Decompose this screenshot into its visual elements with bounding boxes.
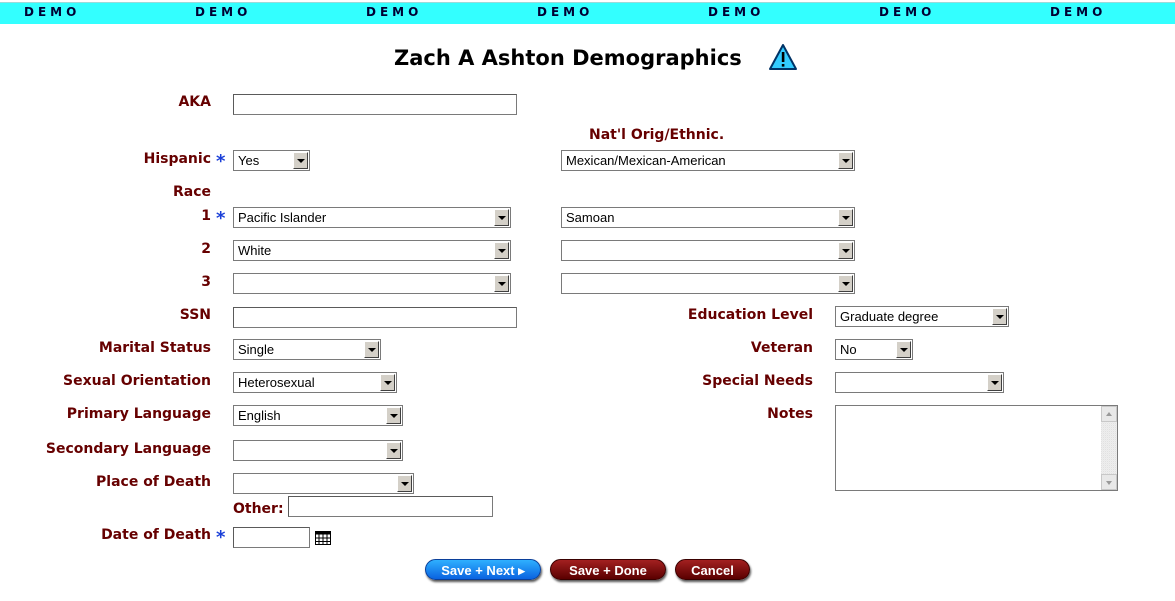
- hispanic-label: Hispanic: [143, 151, 211, 167]
- chevron-down-icon: [364, 341, 379, 358]
- save-done-button[interactable]: Save + Done: [550, 559, 666, 580]
- race1-detail-select[interactable]: Samoan: [561, 207, 855, 228]
- calendar-icon[interactable]: [315, 531, 331, 545]
- primary-language-select[interactable]: English: [233, 405, 403, 426]
- secondary-language-label: Secondary Language: [45, 441, 211, 457]
- chevron-down-icon: [386, 407, 401, 424]
- veteran-select[interactable]: No: [835, 339, 913, 360]
- chevron-down-icon: [397, 475, 412, 492]
- sexual-orientation-select[interactable]: Heterosexual: [233, 372, 397, 393]
- chevron-down-icon: [293, 152, 308, 169]
- chevron-down-icon: [494, 209, 509, 226]
- race3-label: 3: [201, 274, 211, 290]
- chevron-down-icon: [987, 374, 1002, 391]
- cancel-button[interactable]: Cancel: [675, 559, 750, 580]
- ssn-input[interactable]: [233, 307, 517, 328]
- demo-label: DEMO: [195, 5, 252, 19]
- race-label: Race: [172, 184, 211, 200]
- notes-textarea[interactable]: [835, 405, 1118, 491]
- primary-language-label: Primary Language: [66, 406, 211, 422]
- demo-label: DEMO: [1050, 5, 1107, 19]
- save-next-button[interactable]: Save + Next ▸: [425, 559, 541, 580]
- natl-orig-label: Nat'l Orig/Ethnic.: [589, 127, 725, 143]
- aka-input[interactable]: [233, 94, 517, 115]
- other-label: Other:: [233, 501, 284, 517]
- veteran-label: Veteran: [750, 340, 813, 356]
- special-needs-label: Special Needs: [702, 373, 813, 389]
- demo-label: DEMO: [708, 5, 765, 19]
- race1-select[interactable]: Pacific Islander: [233, 207, 511, 228]
- education-label: Education Level: [687, 307, 813, 323]
- demo-label: DEMO: [24, 5, 81, 19]
- chevron-down-icon: [838, 152, 853, 169]
- marital-label: Marital Status: [98, 340, 211, 356]
- chevron-down-icon: [494, 242, 509, 259]
- scroll-up-icon[interactable]: [1101, 406, 1117, 422]
- date-of-death-input[interactable]: [233, 527, 310, 548]
- demo-banner: DEMO DEMO DEMO DEMO DEMO DEMO DEMO: [0, 2, 1175, 24]
- race2-detail-select[interactable]: [561, 240, 855, 261]
- race3-detail-select[interactable]: [561, 273, 855, 294]
- sexual-orientation-label: Sexual Orientation: [63, 373, 211, 389]
- chevron-down-icon: [380, 374, 395, 391]
- chevron-down-icon: [386, 442, 401, 459]
- demo-label: DEMO: [366, 5, 423, 19]
- scroll-down-icon[interactable]: [1101, 474, 1117, 490]
- date-of-death-label: Date of Death: [101, 527, 211, 543]
- secondary-language-select[interactable]: [233, 440, 403, 461]
- notes-scrollbar[interactable]: [1101, 406, 1117, 490]
- place-of-death-select[interactable]: [233, 473, 414, 494]
- ssn-label: SSN: [179, 307, 211, 323]
- education-select[interactable]: Graduate degree: [835, 306, 1009, 327]
- chevron-down-icon: [838, 209, 853, 226]
- demo-label: DEMO: [537, 5, 594, 19]
- race2-select[interactable]: White: [233, 240, 511, 261]
- race1-label: 1: [201, 208, 211, 224]
- chevron-down-icon: [896, 341, 911, 358]
- race3-select[interactable]: [233, 273, 511, 294]
- place-of-death-label: Place of Death: [96, 474, 211, 490]
- required-icon: *: [216, 151, 226, 172]
- natl-orig-select[interactable]: Mexican/Mexican-American: [561, 150, 855, 171]
- chevron-down-icon: [992, 308, 1007, 325]
- required-icon: *: [216, 527, 226, 548]
- notes-label: Notes: [767, 406, 813, 422]
- page-title: Zach A Ashton Demographics: [394, 46, 742, 70]
- race2-label: 2: [201, 241, 211, 257]
- chevron-down-icon: [838, 242, 853, 259]
- aka-label: AKA: [178, 94, 211, 110]
- special-needs-select[interactable]: [835, 372, 1004, 393]
- demo-label: DEMO: [879, 5, 936, 19]
- marital-select[interactable]: Single: [233, 339, 381, 360]
- hispanic-select[interactable]: Yes: [233, 150, 310, 171]
- chevron-down-icon: [838, 275, 853, 292]
- warning-icon[interactable]: [768, 43, 798, 71]
- required-icon: *: [216, 208, 226, 229]
- chevron-down-icon: [494, 275, 509, 292]
- other-input[interactable]: [288, 496, 493, 517]
